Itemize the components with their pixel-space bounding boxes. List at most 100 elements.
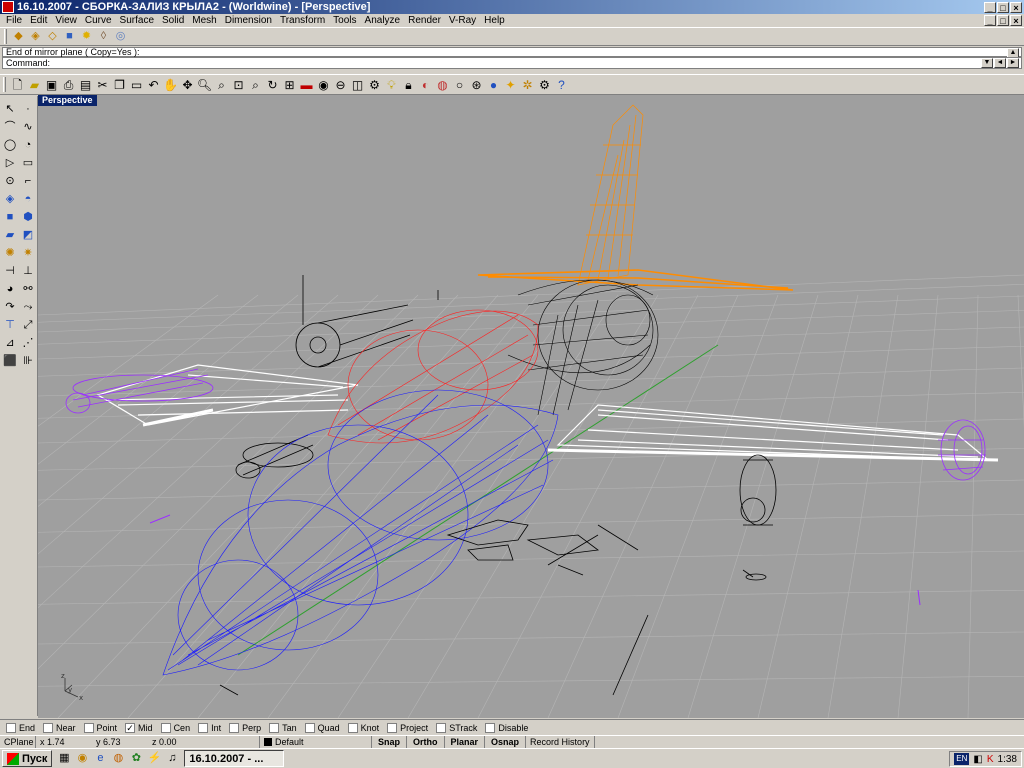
- ortho-toggle[interactable]: Ortho: [407, 735, 445, 749]
- rectangle-icon[interactable]: ▭: [19, 154, 37, 172]
- planar-toggle[interactable]: Planar: [445, 735, 486, 749]
- vray-help-icon[interactable]: ◎: [112, 28, 129, 45]
- gears-icon[interactable]: ✲: [519, 76, 536, 94]
- dimension-icon[interactable]: ⊿: [1, 334, 19, 352]
- vray-tag-icon[interactable]: ◊: [95, 28, 112, 45]
- rotate-view-icon[interactable]: ✥: [179, 76, 196, 94]
- arc-icon[interactable]: ◔: [19, 136, 37, 154]
- osnap-checkbox[interactable]: ✓: [125, 722, 136, 733]
- fillet-icon[interactable]: ↷: [1, 298, 19, 316]
- menu-help[interactable]: Help: [480, 14, 509, 27]
- doc-close-button[interactable]: ×: [1010, 15, 1022, 26]
- osnap-strack[interactable]: STrack: [436, 722, 477, 733]
- osnap-checkbox[interactable]: [387, 722, 398, 733]
- object-properties-icon[interactable]: ⚙: [366, 76, 383, 94]
- vray-sun-icon[interactable]: ✹: [78, 28, 95, 45]
- render-icon[interactable]: ◐: [417, 76, 434, 94]
- light-icon[interactable]: 💡︎: [383, 76, 400, 94]
- ie-icon[interactable]: e: [92, 751, 108, 767]
- select-icon[interactable]: ↖: [1, 100, 19, 118]
- new-file-icon[interactable]: 🗋: [9, 76, 26, 94]
- osnap-checkbox[interactable]: [269, 722, 280, 733]
- print-icon[interactable]: ⎙: [60, 76, 77, 94]
- sweep-icon[interactable]: ◓: [19, 190, 37, 208]
- menu-vray[interactable]: V-Ray: [445, 14, 480, 27]
- maximize-button[interactable]: □: [997, 1, 1009, 13]
- zoom-selected-icon[interactable]: ⌕: [247, 76, 264, 94]
- network-icon[interactable]: ◧: [973, 754, 982, 765]
- menu-dimension[interactable]: Dimension: [221, 14, 276, 27]
- history-scroll-down[interactable]: ▼: [981, 58, 993, 68]
- current-layer[interactable]: Default: [260, 735, 372, 749]
- curve-icon[interactable]: ∿: [19, 118, 37, 136]
- record-history-toggle[interactable]: Record History: [526, 735, 595, 749]
- undo-view-icon[interactable]: ↻: [264, 76, 281, 94]
- split-icon[interactable]: ⊥: [19, 262, 37, 280]
- messenger-icon[interactable]: ✿: [128, 751, 144, 767]
- osnap-near[interactable]: Near: [43, 722, 76, 733]
- move-icon[interactable]: ⤳: [19, 298, 37, 316]
- menu-view[interactable]: View: [51, 14, 81, 27]
- undo-icon[interactable]: ↶: [145, 76, 162, 94]
- ellipse-icon[interactable]: ⊙: [1, 172, 19, 190]
- vray-options-icon[interactable]: ◈: [27, 28, 44, 45]
- lock-icon[interactable]: 🔒︎: [400, 76, 417, 94]
- save-icon[interactable]: ▣: [43, 76, 60, 94]
- zoom-extents-icon[interactable]: ⊡: [230, 76, 247, 94]
- light-tool-icon[interactable]: ✺: [1, 244, 19, 262]
- minimize-button[interactable]: _: [984, 1, 996, 13]
- osnap-knot[interactable]: Knot: [347, 722, 379, 733]
- osnap-mid[interactable]: ✓ Mid: [125, 722, 153, 733]
- menu-solid[interactable]: Solid: [158, 14, 188, 27]
- cplane-icon[interactable]: ⊖: [332, 76, 349, 94]
- osnap-checkbox[interactable]: [83, 722, 94, 733]
- eye-icon[interactable]: ◉: [315, 76, 332, 94]
- zoom-window-icon[interactable]: ⌕: [213, 76, 230, 94]
- viewport-canvas[interactable]: z y x: [38, 95, 1024, 718]
- analyze-icon[interactable]: ⬛: [1, 352, 19, 370]
- export-icon[interactable]: ▤: [77, 76, 94, 94]
- solid-icon[interactable]: ⬢: [19, 208, 37, 226]
- color-wheel-icon[interactable]: ◍: [434, 76, 451, 94]
- circle-icon[interactable]: ◯: [1, 136, 19, 154]
- title-bar[interactable]: 16.10.2007 - СБОРКА-ЗАЛИЗ КРЫЛА2 - (Worl…: [0, 0, 1024, 14]
- polyline-icon[interactable]: ⌒: [1, 118, 19, 136]
- layers-icon[interactable]: ◫: [349, 76, 366, 94]
- osnap-checkbox[interactable]: [160, 722, 171, 733]
- vray-frame-icon[interactable]: ■: [61, 28, 78, 45]
- osnap-quad[interactable]: Quad: [304, 722, 340, 733]
- fillet-curve-icon[interactable]: ⌐: [19, 172, 37, 190]
- osnap-point[interactable]: Point: [83, 722, 117, 733]
- doc-restore-button[interactable]: □: [997, 15, 1009, 26]
- browser-icon[interactable]: ◉: [74, 751, 90, 767]
- shade-icon[interactable]: ⊛: [468, 76, 485, 94]
- antivirus-icon[interactable]: K: [987, 754, 994, 765]
- taskbar-rhino-item[interactable]: 16.10.2007 - ...: [184, 750, 285, 767]
- menu-tools[interactable]: Tools: [329, 14, 360, 27]
- explode-icon[interactable]: ✷: [19, 244, 37, 262]
- grid-icon[interactable]: ⊪: [19, 352, 37, 370]
- help-icon[interactable]: ?: [553, 76, 570, 94]
- menu-surface[interactable]: Surface: [116, 14, 158, 27]
- rhino-app-icon[interactable]: [2, 1, 14, 13]
- sphere-icon[interactable]: ●: [485, 76, 502, 94]
- doc-minimize-button[interactable]: _: [984, 15, 996, 26]
- array-icon[interactable]: ⋰: [19, 334, 37, 352]
- transform-icon[interactable]: ⊤: [1, 316, 19, 334]
- osnap-perp[interactable]: Perp: [229, 722, 261, 733]
- copy-icon[interactable]: ❐: [111, 76, 128, 94]
- language-indicator[interactable]: EN: [954, 753, 970, 765]
- close-button[interactable]: ×: [1010, 1, 1022, 13]
- osnap-checkbox[interactable]: [436, 722, 447, 733]
- snap-toggle[interactable]: Snap: [372, 735, 408, 749]
- boolean-icon[interactable]: ◕: [1, 280, 19, 298]
- osnap-project[interactable]: Project: [387, 722, 428, 733]
- bulb-icon[interactable]: ✦: [502, 76, 519, 94]
- point-icon[interactable]: ·: [19, 100, 37, 118]
- osnap-checkbox[interactable]: [198, 722, 209, 733]
- osnap-cen[interactable]: Cen: [160, 722, 190, 733]
- menu-mesh[interactable]: Mesh: [188, 14, 220, 27]
- osnap-int[interactable]: Int: [198, 722, 221, 733]
- osnap-tan[interactable]: Tan: [269, 722, 297, 733]
- osnap-checkbox[interactable]: [6, 722, 16, 733]
